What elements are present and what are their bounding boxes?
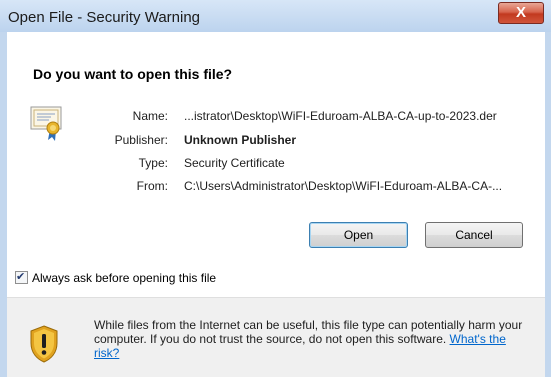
window-frame-right: [545, 32, 551, 377]
close-button[interactable]: X: [498, 2, 544, 24]
publisher-value: Unknown Publisher: [184, 133, 297, 147]
title-bar[interactable]: Open File - Security Warning X: [0, 0, 551, 32]
shield-warning-icon: [30, 325, 58, 363]
warning-text: While files from the Internet can be use…: [94, 318, 534, 360]
name-value: ...istrator\Desktop\WiFI-Eduroam-ALBA-CA…: [184, 109, 497, 123]
type-label: Type:: [138, 156, 168, 170]
dialog-question: Do you want to open this file?: [33, 66, 233, 82]
dialog-body: Do you want to open this file? Name: ...…: [7, 32, 545, 377]
publisher-label: Publisher:: [114, 133, 168, 147]
cancel-button[interactable]: Cancel: [425, 222, 523, 248]
from-label: From:: [136, 179, 168, 193]
open-button[interactable]: Open: [309, 222, 408, 248]
from-value: C:\Users\Administrator\Desktop\WiFI-Edur…: [184, 179, 503, 193]
window-frame-left: [0, 32, 7, 377]
window-title: Open File - Security Warning: [8, 9, 201, 26]
warning-panel: While files from the Internet can be use…: [7, 298, 545, 377]
close-icon: X: [515, 4, 526, 21]
type-value: Security Certificate: [184, 156, 285, 170]
always-ask-checkbox[interactable]: ✔: [15, 271, 28, 284]
name-label: Name:: [132, 109, 168, 123]
checkmark-icon: ✔: [16, 271, 26, 283]
always-ask-label[interactable]: Always ask before opening this file: [32, 271, 216, 285]
dialog-window: Open File - Security Warning X Do you wa…: [0, 0, 551, 377]
